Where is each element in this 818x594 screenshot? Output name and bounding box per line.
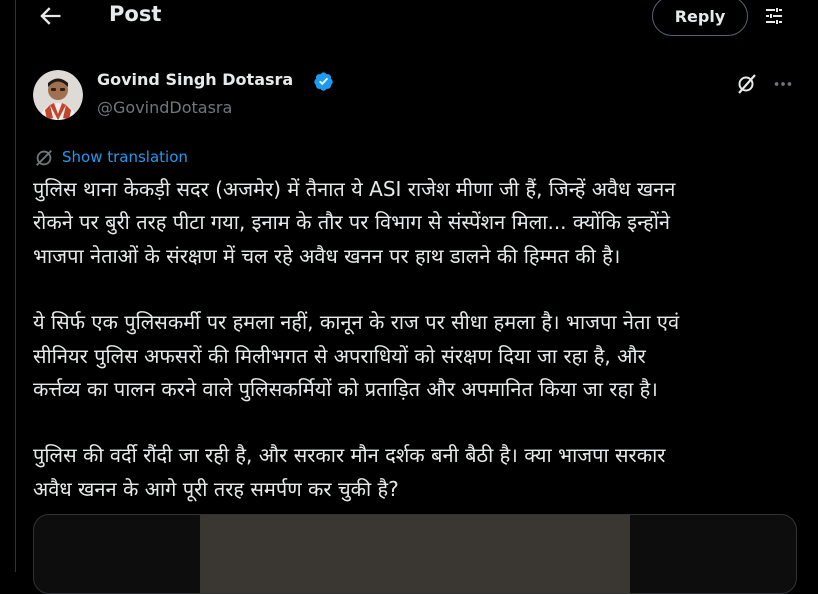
show-translation-link[interactable]: Show translation	[62, 148, 188, 166]
post-line: भाजपा नेताओं के संरक्षण में चल रहे अवैध …	[33, 243, 621, 268]
post-line: पुलिस थाना केकड़ी सदर (अजमेर) में तैनात …	[33, 177, 676, 201]
tune-icon[interactable]	[762, 4, 786, 28]
post-line: ये सिर्फ एक पुलिसकर्मी पर हमला नहीं, कान…	[33, 310, 680, 335]
more-icon[interactable]	[772, 73, 794, 95]
post-text: पुलिस थाना केकड़ी सदर (अजमेर) में तैनात …	[33, 173, 803, 506]
verified-badge-icon	[314, 72, 333, 91]
author-name[interactable]: Govind Singh Dotasra	[97, 70, 293, 89]
back-arrow-icon[interactable]	[36, 2, 64, 30]
post-line: पुलिस की वर्दी रौंदी जा रही है, और सरकार…	[33, 443, 666, 468]
post-line: सीनियर पुलिस अफसरों की मिलीभगत से अपराधि…	[33, 343, 646, 368]
post-line: रोकने पर बुरी तरह पीटा गया, इनाम के तौर …	[33, 210, 670, 235]
post-header: Post Reply	[16, 0, 818, 36]
page-title: Post	[109, 2, 162, 26]
column-border	[15, 0, 16, 572]
post-media[interactable]	[33, 514, 797, 594]
author-handle[interactable]: @GovindDotasra	[97, 98, 232, 117]
reply-button[interactable]: Reply	[652, 0, 748, 36]
avatar[interactable]	[33, 70, 83, 120]
grok-icon[interactable]	[735, 72, 759, 96]
post-line: अवैध खनन के आगे पूरी तरह समर्पण कर चुकी …	[33, 476, 399, 501]
post-line: कर्त्तव्य का पालन करने वाले पुलिसकर्मियो…	[33, 377, 658, 402]
media-image	[200, 515, 630, 593]
translate-icon	[36, 150, 52, 166]
